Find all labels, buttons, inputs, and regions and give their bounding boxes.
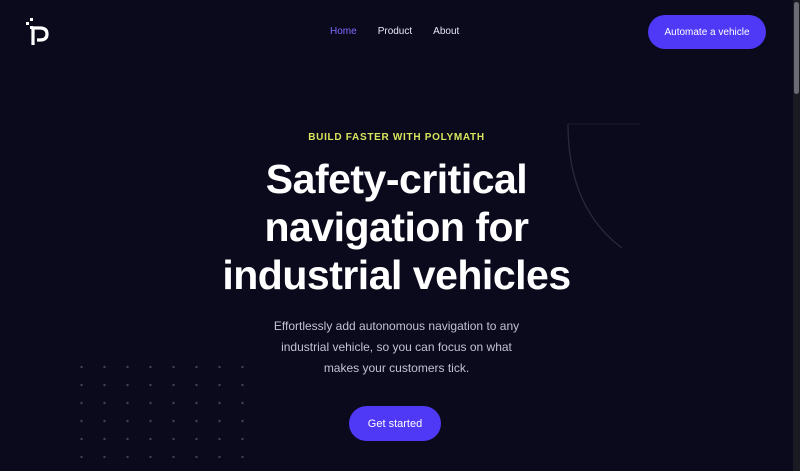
landing-page: Home Product About Automate a vehicle BU… xyxy=(0,0,800,471)
nav-home-link[interactable]: Home xyxy=(330,25,357,39)
hero-subtext: Effortlessly add autonomous navigation t… xyxy=(260,316,533,379)
headline-line-3: industrial vehicles xyxy=(222,252,571,298)
nav-about-link[interactable]: About xyxy=(433,25,459,39)
automate-vehicle-button[interactable]: Automate a vehicle xyxy=(648,15,766,49)
hero-eyebrow: BUILD FASTER WITH POLYMATH xyxy=(308,132,485,143)
headline-line-2: navigation for xyxy=(264,204,529,250)
site-header: Home Product About Automate a vehicle xyxy=(0,0,793,64)
subtext-line-2: industrial vehicle, so you can focus on … xyxy=(281,340,512,354)
main-nav: Home Product About xyxy=(330,25,459,39)
subtext-line-1: Effortlessly add autonomous navigation t… xyxy=(273,319,520,333)
get-started-button[interactable]: Get started xyxy=(349,406,441,441)
nav-product-link[interactable]: Product xyxy=(378,25,412,39)
polymath-logo-icon[interactable] xyxy=(24,18,50,46)
subtext-line-3: makes your customers tick. xyxy=(323,361,470,375)
headline-line-1: Safety-critical xyxy=(265,156,528,202)
decorative-dot-grid xyxy=(70,358,245,458)
page-scrollbar[interactable] xyxy=(793,0,800,471)
scrollbar-thumb[interactable] xyxy=(794,2,799,94)
hero-headline: Safety-critical navigation for industria… xyxy=(0,155,793,299)
